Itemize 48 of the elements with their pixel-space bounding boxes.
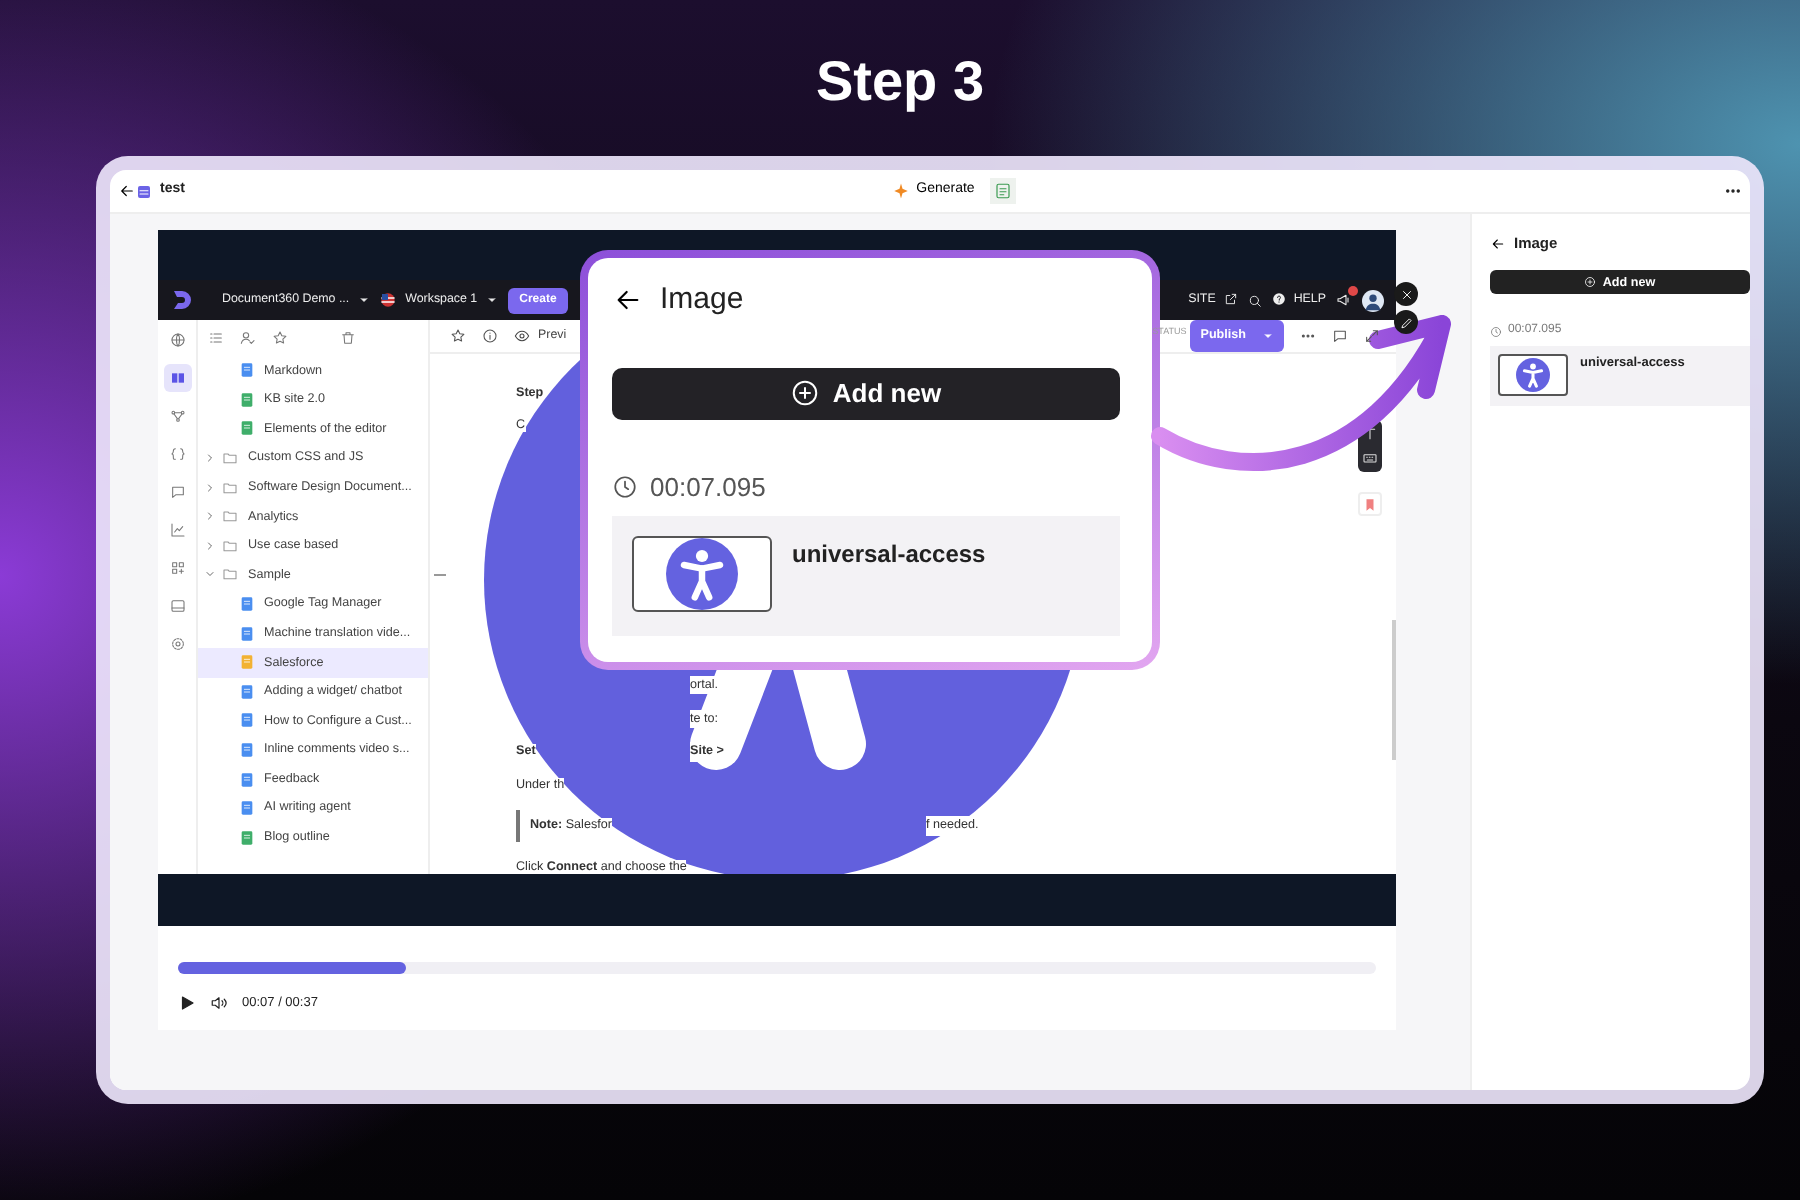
clock-icon [612,473,638,500]
logo-icon [170,288,194,312]
eye-icon [514,327,530,344]
user-check-icon[interactable] [240,330,256,346]
document-icon [136,183,152,199]
accessibility-icon [1516,358,1550,393]
progress-track[interactable] [178,962,1376,974]
help-icon [1271,292,1286,307]
book-icon[interactable] [163,364,191,392]
caret-icon [485,293,498,306]
resize-handle[interactable] [434,574,446,576]
timestamp: 00:07.095 [650,469,766,505]
image-name: universal-access [792,538,986,572]
volume-icon[interactable] [210,994,228,1013]
info-icon[interactable] [482,328,498,344]
panel-title: Image [660,280,744,320]
flag-icon [379,292,396,308]
search-icon[interactable] [1247,293,1262,307]
back-button[interactable] [1490,235,1506,252]
image-item[interactable]: universal-access [612,516,1120,636]
keyboard-icon[interactable] [1362,450,1378,466]
close-icon [1399,287,1413,301]
megaphone-icon[interactable] [1336,292,1352,308]
comment-icon[interactable] [1332,328,1348,344]
caret-icon [357,293,370,306]
trash-icon[interactable] [340,330,356,346]
back-icon [1490,235,1506,252]
bookmark-icon[interactable] [1364,497,1376,511]
avatar-icon[interactable] [1362,289,1384,311]
scrollbar[interactable] [1392,620,1396,760]
sparkle-icon [892,182,911,200]
add-new-button[interactable]: Add new [612,367,1120,419]
clock-icon [1490,325,1502,338]
more-icon[interactable] [1300,328,1316,344]
expand-icon[interactable] [1364,328,1380,344]
notification-badge [1348,286,1358,296]
back-icon[interactable] [118,182,136,200]
sheet-icon [994,182,1013,200]
star-icon[interactable] [450,328,466,344]
play-icon[interactable] [178,994,196,1013]
external-link-icon [1223,292,1238,307]
star-icon[interactable] [272,330,288,346]
pencil-icon [1399,315,1413,329]
sheet-button[interactable] [990,178,1017,204]
caret-icon [1262,330,1274,342]
plus-icon [1584,276,1597,289]
step-heading: Step 3 [815,50,985,112]
plus-icon [790,378,821,408]
